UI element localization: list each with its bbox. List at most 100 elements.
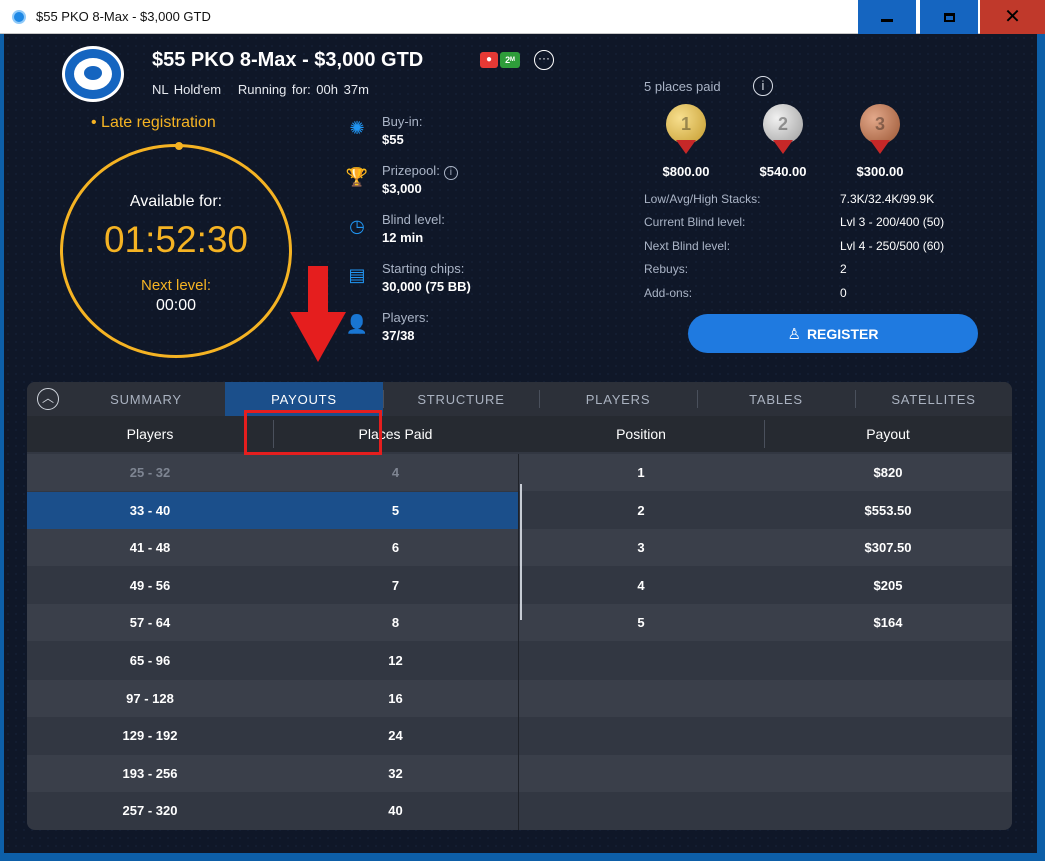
info-label: Prizepool: i xyxy=(382,163,458,180)
cell-players: 129 - 192 xyxy=(122,728,178,744)
header-payout[interactable]: Payout xyxy=(764,416,1012,452)
info-value: 12 min xyxy=(382,230,424,245)
table-row[interactable]: 65 - 96 12 xyxy=(27,642,1012,679)
cell-payout xyxy=(764,717,1012,754)
tab-bar: ︿ SUMMARY PAYOUTS STRUCTURE PLAYERS TABL… xyxy=(27,382,1012,416)
cell-payout: $307.50 xyxy=(864,540,912,556)
timer-countdown: 01:52:30 xyxy=(103,219,249,260)
collapse-button[interactable]: ︿ xyxy=(37,388,59,410)
medal-amount: $540.00 xyxy=(759,164,807,179)
more-options-button[interactable]: ··· xyxy=(534,50,554,70)
cell-players: 25 - 32 xyxy=(129,465,171,480)
cell-payout: $553.50 xyxy=(864,502,912,518)
prizepool-info-icon[interactable]: i xyxy=(443,166,458,180)
column-divider xyxy=(518,454,519,830)
cell-payout xyxy=(764,792,1012,829)
medal-amount: $800.00 xyxy=(662,164,710,179)
timer-label: Available for: xyxy=(129,193,223,210)
cell-players: 57 - 64 xyxy=(129,615,171,631)
cell-places-paid: 5 xyxy=(391,502,400,518)
stat-value: 0 xyxy=(840,286,847,300)
scrollbar[interactable] xyxy=(520,484,522,620)
tab-players[interactable]: PLAYERS xyxy=(539,382,697,416)
running-time: Running for: 00h 37m xyxy=(237,82,369,97)
window-title: $55 PKO 8-Max - $3,000 GTD xyxy=(36,9,211,24)
table-row[interactable]: 97 - 128 16 xyxy=(27,679,1012,717)
medal-amount: $300.00 xyxy=(856,164,904,179)
cell-position: 5 xyxy=(637,615,645,631)
cell-players: 65 - 96 xyxy=(129,653,171,668)
cell-places-paid: 8 xyxy=(391,615,400,631)
gold-medal-icon: 1 xyxy=(666,104,706,144)
tab-structure[interactable]: STRUCTURE xyxy=(383,382,539,416)
table-row[interactable]: 257 - 320 40 xyxy=(27,792,1012,830)
info-value: $55 xyxy=(382,132,404,147)
maximize-button[interactable] xyxy=(920,0,978,34)
register-button[interactable]: ♙ REGISTER xyxy=(688,314,978,353)
stat-label: Next Blind level: xyxy=(644,239,731,253)
tab-summary[interactable]: SUMMARY xyxy=(67,382,225,416)
prizepool-label: Prizepool: xyxy=(382,163,440,178)
info-label: Starting chips: xyxy=(382,261,465,276)
info-label: Buy-in: xyxy=(382,114,423,129)
tournament-subtitle: NL Hold'em Running for: 00h 37m xyxy=(152,82,369,97)
table-row[interactable]: 193 - 256 32 xyxy=(27,754,1012,792)
close-icon: ✕ xyxy=(1004,6,1021,28)
cell-places-paid: 4 xyxy=(391,465,400,480)
first-place-medal: 1 $800.00 xyxy=(651,104,721,179)
annotation-arrow-icon xyxy=(290,266,346,362)
boxing-glove-icon xyxy=(74,58,112,90)
cell-position: 4 xyxy=(637,577,645,593)
next-level-label: Next level: xyxy=(140,277,212,294)
places-paid-info-icon[interactable]: i xyxy=(753,76,773,96)
minimize-button[interactable] xyxy=(858,0,916,34)
cell-position xyxy=(518,717,764,754)
cell-places-paid: 12 xyxy=(388,653,403,668)
second-place-medal: 2 $540.00 xyxy=(748,104,818,179)
ribbon-icon xyxy=(773,140,793,154)
next-level-value: 00:00 xyxy=(155,297,197,314)
double-badge: 2ᴹ xyxy=(500,52,520,68)
tab-satellites[interactable]: SATELLITES xyxy=(855,382,1012,416)
stat-label: Low/Avg/High Stacks: xyxy=(644,192,761,206)
cell-position xyxy=(518,680,764,717)
cell-players: 49 - 56 xyxy=(129,577,171,593)
ribbon-icon xyxy=(676,140,696,154)
clock-icon: ◷ xyxy=(349,216,365,236)
ribbon-icon xyxy=(870,140,890,154)
cell-position: 2 xyxy=(637,502,645,518)
cell-players: 257 - 320 xyxy=(122,803,178,819)
table-header: Players Places Paid Position Payout xyxy=(27,416,1012,452)
cell-players: 41 - 48 xyxy=(129,540,171,556)
info-value: $3,000 xyxy=(382,181,422,196)
details-panel: ︿ SUMMARY PAYOUTS STRUCTURE PLAYERS TABL… xyxy=(27,382,1012,830)
stat-value: Lvl 4 - 250/500 (60) xyxy=(840,239,945,253)
minimize-icon xyxy=(881,18,893,22)
tab-tables[interactable]: TABLES xyxy=(697,382,855,416)
silver-medal-icon: 2 xyxy=(763,104,803,144)
header-players[interactable]: Players xyxy=(27,416,273,452)
bronze-medal-icon: 3 xyxy=(860,104,900,144)
close-button[interactable]: ✕ xyxy=(980,0,1045,34)
stat-label: Add-ons: xyxy=(644,286,693,300)
knockout-badge-icon: ● xyxy=(480,52,498,68)
cell-places-paid: 6 xyxy=(391,540,400,556)
cell-position xyxy=(518,755,764,792)
stat-value: 7.3K/32.4K/99.9K xyxy=(840,192,935,206)
trophy-icon: 🏆 xyxy=(345,167,369,187)
info-label: Blind level: xyxy=(382,212,445,227)
tournament-window: $55 PKO 8-Max - $3,000 GTD ● 2ᴹ ··· NL H… xyxy=(4,34,1037,853)
register-label: REGISTER xyxy=(806,325,879,342)
stat-label: Current Blind level: xyxy=(644,215,746,229)
app-icon xyxy=(12,10,26,24)
cell-payout: $205 xyxy=(873,577,903,593)
cell-places-paid: 7 xyxy=(391,577,400,593)
cell-places-paid: 32 xyxy=(388,765,403,781)
info-value: 30,000 (75 BB) xyxy=(382,279,471,294)
cell-payout xyxy=(764,680,1012,717)
cell-payout xyxy=(764,755,1012,792)
table-row[interactable]: 129 - 192 24 xyxy=(27,717,1012,755)
header-position[interactable]: Position xyxy=(518,416,764,452)
cell-players: 97 - 128 xyxy=(126,690,174,706)
info-value: 37/38 xyxy=(382,328,415,343)
